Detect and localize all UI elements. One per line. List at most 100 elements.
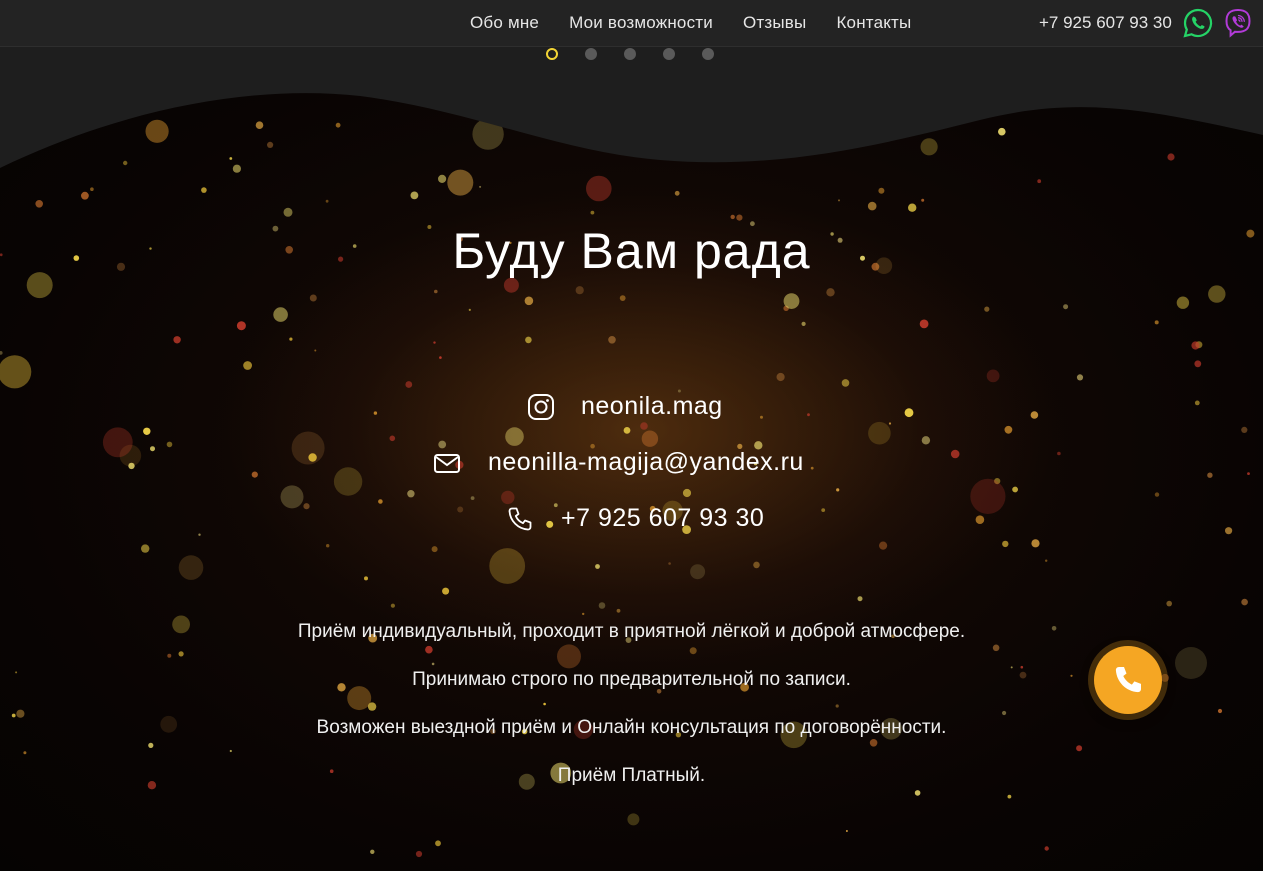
bokeh-particle	[236, 321, 246, 331]
viber-icon[interactable]	[1222, 7, 1254, 39]
bokeh-particle	[326, 544, 330, 548]
nav-item-about[interactable]: Обо мне	[470, 13, 539, 33]
bokeh-particle	[1076, 374, 1084, 381]
bokeh-particle	[364, 576, 368, 581]
bokeh-particle	[1191, 341, 1200, 350]
bokeh-particle	[623, 427, 631, 434]
bokeh-particle	[801, 321, 806, 326]
bokeh-particle	[1241, 598, 1248, 606]
bokeh-particle	[1247, 472, 1250, 475]
bokeh-particle	[1166, 600, 1172, 607]
bokeh-particle	[1030, 411, 1039, 419]
bokeh-particle	[783, 293, 800, 309]
bokeh-particle	[1045, 559, 1048, 562]
bokeh-particle	[367, 702, 377, 711]
bokeh-particle	[1012, 486, 1018, 493]
bokeh-particle	[868, 421, 891, 445]
bokeh-particle	[435, 840, 441, 847]
slider-dot[interactable]	[702, 48, 714, 60]
bokeh-particle	[826, 288, 835, 297]
bokeh-particle	[575, 286, 584, 295]
header-phone-link[interactable]: +7 925 607 93 30	[1039, 13, 1172, 33]
bokeh-particle	[1217, 708, 1223, 714]
bokeh-particle	[1002, 540, 1009, 548]
bokeh-particle	[501, 490, 515, 505]
contacts-title: Буду Вам рада	[452, 223, 811, 279]
bokeh-particle	[582, 612, 585, 616]
slider-pagination	[546, 48, 714, 60]
bokeh-particle	[525, 336, 532, 344]
bokeh-particle	[505, 427, 524, 446]
bokeh-particle	[166, 441, 173, 448]
bokeh-particle	[23, 751, 27, 755]
bokeh-particle	[229, 749, 232, 753]
nav-item-reviews[interactable]: Отзывы	[743, 13, 806, 33]
bokeh-particle	[821, 508, 826, 512]
bokeh-particle	[303, 503, 310, 510]
bokeh-particle	[173, 336, 181, 344]
bokeh-particle	[178, 555, 204, 580]
bokeh-particle	[682, 488, 692, 498]
bokeh-particle	[309, 294, 317, 302]
bokeh-particle	[760, 415, 763, 419]
bokeh-particle	[1002, 710, 1007, 716]
bokeh-particle	[835, 704, 839, 708]
email-address: neonilla-magija@yandex.ru	[488, 448, 804, 476]
instagram-icon	[528, 393, 554, 420]
instagram-contact[interactable]: neonila.mag	[527, 392, 723, 421]
whatsapp-icon[interactable]	[1182, 7, 1214, 39]
bokeh-particle	[950, 449, 960, 459]
bokeh-particle	[1007, 794, 1012, 799]
nav-item-abilities[interactable]: Мои возможности	[569, 13, 713, 33]
bokeh-particle	[1194, 360, 1202, 368]
nav-item-contacts[interactable]: Контакты	[836, 13, 911, 33]
slider-dot[interactable]	[585, 48, 597, 60]
bokeh-particle	[543, 702, 546, 706]
bokeh-particle	[442, 587, 450, 595]
bokeh-particle	[1154, 492, 1160, 497]
bokeh-particle	[470, 496, 475, 500]
slider-dot[interactable]	[546, 48, 558, 60]
phone-icon	[508, 507, 532, 530]
bokeh-particle	[198, 533, 201, 536]
bokeh-particle	[389, 435, 396, 442]
bokeh-particle	[970, 478, 1006, 514]
phone-icon	[1115, 667, 1141, 693]
bokeh-particle	[598, 602, 606, 609]
bokeh-particle	[431, 662, 435, 666]
bokeh-particle	[869, 739, 878, 747]
bokeh-particle	[457, 506, 464, 513]
bokeh-particle	[608, 336, 616, 344]
bokeh-particle	[1225, 527, 1233, 535]
info-text-paid: Приём Платный.	[557, 765, 706, 786]
bokeh-particle	[1207, 472, 1213, 478]
site-header: Обо мне Мои возможности Отзывы Контакты …	[0, 0, 1263, 47]
slider-dot[interactable]	[624, 48, 636, 60]
bokeh-particle	[810, 466, 814, 470]
bokeh-particle	[390, 603, 395, 608]
bokeh-particle	[1057, 451, 1061, 456]
bokeh-particle	[1208, 285, 1226, 303]
phone-contact[interactable]: +7 925 607 93 30	[506, 504, 764, 533]
bokeh-particle	[425, 645, 433, 654]
bokeh-particle	[143, 427, 151, 435]
bokeh-particle	[524, 296, 534, 306]
call-button[interactable]	[1094, 646, 1162, 714]
slider-dot[interactable]	[663, 48, 675, 60]
bokeh-particle	[627, 813, 640, 826]
bokeh-particle	[1063, 304, 1069, 310]
bokeh-particle	[557, 644, 581, 669]
phone-number: +7 925 607 93 30	[561, 504, 765, 532]
bokeh-particle	[373, 411, 378, 415]
info-text-appointment: Принимаю строго по предварительной по за…	[412, 669, 851, 690]
bokeh-particle	[148, 742, 154, 749]
bokeh-particle	[433, 341, 436, 344]
bokeh-particle	[289, 337, 293, 341]
bokeh-particle	[857, 596, 863, 602]
bokeh-particle	[280, 485, 304, 509]
mail-icon	[434, 453, 460, 473]
email-contact[interactable]: neonilla-magija@yandex.ru	[433, 448, 804, 477]
bokeh-particle	[807, 413, 810, 417]
bokeh-particle	[405, 381, 413, 388]
bokeh-particle	[251, 471, 258, 478]
